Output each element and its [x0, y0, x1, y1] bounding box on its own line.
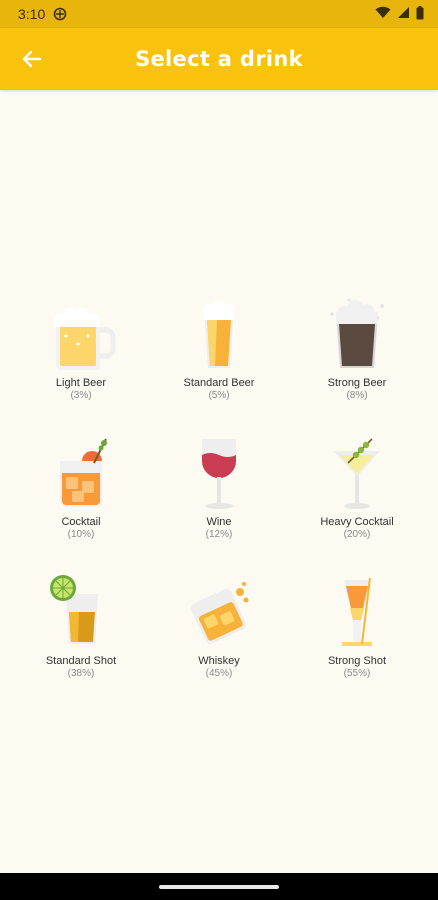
drink-name: Standard Beer: [183, 377, 255, 389]
notification-icon: [53, 7, 67, 21]
drink-name: Heavy Cocktail: [320, 516, 394, 528]
shot-lime-icon: [50, 575, 98, 644]
drink-name: Strong Shot: [327, 655, 387, 667]
drink-abv: (8%): [346, 390, 368, 401]
drink-tile-light-beer[interactable]: Light Beer (3%): [8, 282, 154, 412]
drink-tile-whiskey[interactable]: Whiskey (45%): [146, 560, 292, 690]
drink-abv: (55%): [343, 668, 371, 679]
drink-abv: (10%): [67, 529, 95, 540]
drink-tile-standard-beer[interactable]: Standard Beer (5%): [146, 282, 292, 412]
whiskey-icon: [190, 582, 249, 644]
drink-name: Strong Beer: [327, 377, 387, 389]
drink-name: Whiskey: [198, 655, 240, 667]
strong-beer-icon: [330, 298, 384, 368]
back-arrow-icon[interactable]: [18, 45, 46, 73]
drink-tile-standard-shot[interactable]: Standard Shot (38%): [8, 560, 154, 690]
cocktail-icon: [60, 438, 107, 507]
home-gesture-handle[interactable]: [159, 885, 279, 889]
wine-icon: [202, 439, 236, 509]
drink-tile-strong-shot[interactable]: Strong Shot (55%): [284, 560, 430, 690]
system-nav-bar: [0, 873, 438, 900]
drink-abv: (45%): [205, 668, 233, 679]
strong-shot-icon: [342, 577, 372, 646]
wifi-icon: [375, 6, 391, 22]
standard-beer-icon: [203, 301, 235, 368]
drink-abv: (12%): [205, 529, 233, 540]
status-bar: 3:10: [0, 0, 438, 28]
light-beer-icon: [53, 308, 116, 370]
drink-abv: (38%): [67, 668, 95, 679]
drink-name: Wine: [206, 516, 232, 528]
martini-icon: [334, 438, 380, 509]
drink-name: Light Beer: [55, 377, 107, 389]
drink-tile-strong-beer[interactable]: Strong Beer (8%): [284, 282, 430, 412]
status-time: 3:10: [18, 6, 46, 22]
drink-abv: (5%): [208, 390, 230, 401]
app-bar: Select a drink: [0, 28, 438, 90]
page-title: Select a drink: [135, 47, 303, 71]
signal-icon: [397, 6, 410, 22]
drink-tile-cocktail[interactable]: Cocktail (10%): [8, 421, 154, 551]
battery-icon: [416, 5, 424, 23]
drink-abv: (3%): [70, 390, 92, 401]
drink-abv: (20%): [343, 529, 371, 540]
drink-tile-wine[interactable]: Wine (12%): [146, 421, 292, 551]
drink-name: Standard Shot: [45, 655, 117, 667]
drink-name: Cocktail: [61, 516, 101, 528]
drink-tile-heavy-cocktail[interactable]: Heavy Cocktail (20%): [284, 421, 430, 551]
